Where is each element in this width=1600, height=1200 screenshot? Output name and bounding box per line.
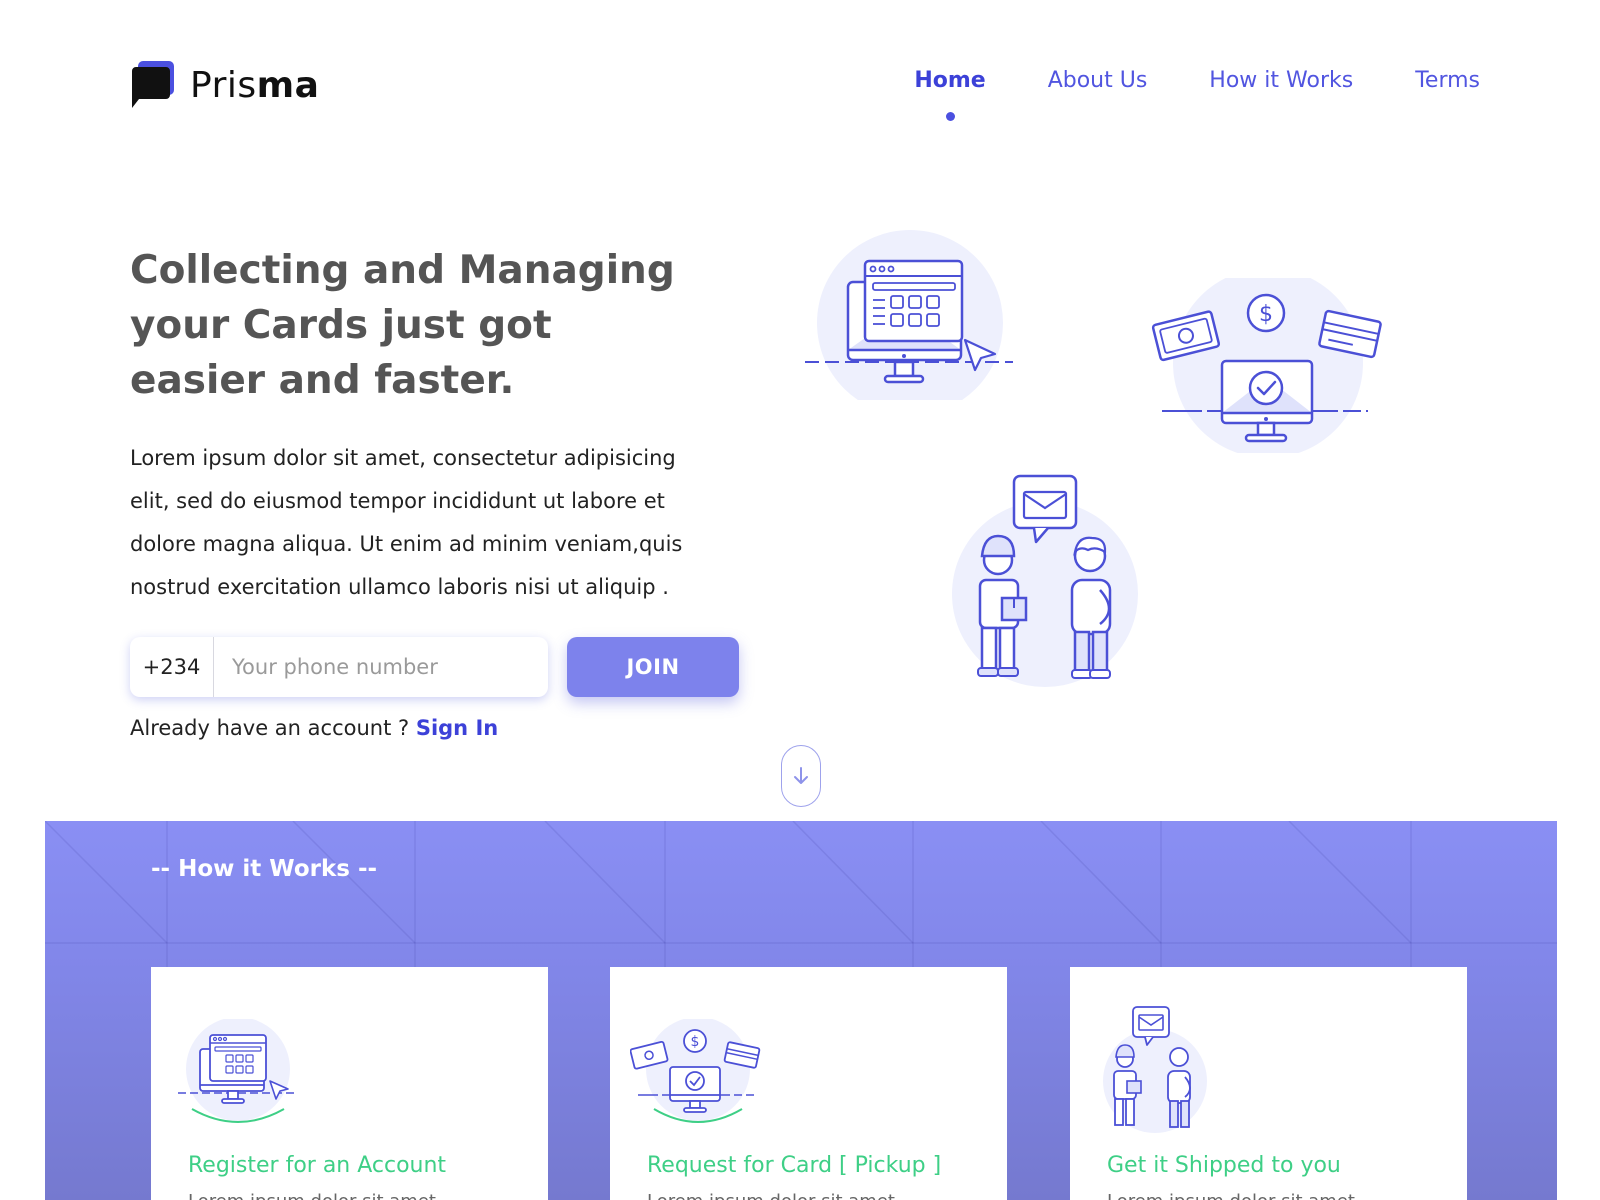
scroll-down-button[interactable] bbox=[781, 745, 821, 807]
signin-prompt: Already have an account ? bbox=[130, 716, 410, 740]
how-it-works-section: -- How it Works -- Register for an Accou… bbox=[45, 821, 1557, 1200]
payment-check-icon: $ bbox=[629, 1017, 765, 1133]
phone-number-input[interactable] bbox=[214, 637, 548, 697]
signin-row: Already have an account ? Sign In bbox=[130, 716, 498, 740]
chat-bubble-logo-icon bbox=[130, 61, 176, 109]
nav-how-it-works[interactable]: How it Works bbox=[1209, 68, 1353, 93]
step-description: Lorem ipsum dolor sit amet bbox=[647, 1191, 895, 1200]
country-code-selector[interactable]: +234 bbox=[130, 637, 214, 697]
delivery-people-icon bbox=[1097, 1005, 1217, 1139]
signin-link[interactable]: Sign In bbox=[416, 716, 498, 740]
phone-form: +234 bbox=[130, 637, 548, 697]
step-title: Request for Card [ Pickup ] bbox=[647, 1153, 942, 1178]
join-button[interactable]: JOIN bbox=[567, 637, 739, 697]
brand-name: Prisma bbox=[190, 64, 320, 106]
nav-about-us[interactable]: About Us bbox=[1048, 68, 1148, 93]
step-description: Lorem ipsum dolor sit amet bbox=[1107, 1191, 1355, 1200]
how-it-works-title: -- How it Works -- bbox=[151, 856, 378, 882]
hero-description: Lorem ipsum dolor sit amet, consectetur … bbox=[130, 446, 683, 599]
payment-illustration: $ bbox=[1150, 268, 1390, 458]
hero-title: Collecting and Managing your Cards just … bbox=[130, 248, 675, 403]
computer-dashboard-icon bbox=[178, 1017, 298, 1133]
step-description: Lorem ipsum dolor sit amet bbox=[188, 1191, 436, 1200]
delivery-people-illustration bbox=[950, 472, 1150, 696]
nav-home[interactable]: Home bbox=[914, 68, 986, 121]
main-nav: Home About Us How it Works Terms bbox=[914, 68, 1480, 121]
step-title: Get it Shipped to you bbox=[1107, 1153, 1341, 1178]
arrow-down-icon bbox=[794, 767, 808, 784]
step-title: Register for an Account bbox=[188, 1153, 447, 1178]
step-card-request[interactable]: $ Request for Card [ Pickup ] Lorem ipsu… bbox=[610, 967, 1007, 1200]
svg-text:$: $ bbox=[1259, 302, 1273, 327]
step-card-shipped[interactable]: Get it Shipped to you Lorem ipsum dolor … bbox=[1070, 967, 1467, 1200]
brand-logo[interactable]: Prisma bbox=[130, 61, 319, 109]
svg-text:$: $ bbox=[691, 1034, 700, 1050]
nav-terms[interactable]: Terms bbox=[1415, 68, 1480, 93]
step-card-register[interactable]: Register for an Account Lorem ipsum dolo… bbox=[151, 967, 548, 1200]
computer-dashboard-illustration bbox=[805, 230, 1015, 416]
